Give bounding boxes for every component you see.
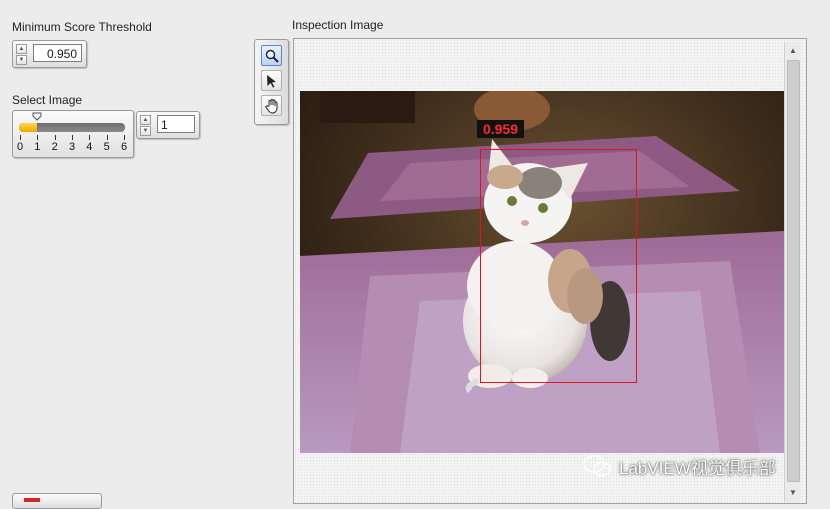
slider-tick-label: 1 (34, 141, 41, 153)
select-image-slider[interactable]: 0123456 (12, 110, 134, 158)
detection-score-label: 0.959 (477, 120, 524, 138)
wechat-icon (583, 455, 611, 477)
scroll-down-arrow-icon[interactable]: ▼ (785, 486, 801, 500)
pan-tool-button[interactable] (261, 95, 282, 116)
slider-tick-label: 0 (16, 141, 24, 153)
stop-indicator (24, 498, 40, 502)
slider-tick (37, 135, 39, 140)
slider-tick (54, 135, 56, 140)
slider-tick (72, 135, 73, 140)
slider-tick (20, 135, 21, 140)
increment-arrow-icon[interactable]: ▲ (140, 115, 151, 125)
slider-tick (89, 135, 91, 140)
pointer-tool-button[interactable] (261, 70, 282, 91)
vertical-scrollbar[interactable]: ▲ ▼ (784, 42, 801, 502)
slider-fill (19, 123, 38, 132)
select-image-input[interactable]: 1 (157, 115, 195, 133)
slider-tick-label: 6 (120, 141, 128, 153)
slider-tick-label: 2 (51, 141, 58, 153)
select-image-label: Select Image (12, 93, 83, 107)
watermark-text: LabVIEW视觉俱乐部 (619, 458, 776, 478)
zoom-tool-button[interactable] (261, 45, 282, 66)
slider-tick-label: 3 (68, 141, 76, 153)
select-image-control[interactable]: ▲ ▼ 1 (136, 111, 200, 139)
slider-tick-label: 4 (86, 141, 93, 153)
slider-track[interactable] (19, 123, 125, 132)
slider-tick (106, 135, 108, 140)
min-score-spinner[interactable]: ▲ ▼ (16, 44, 27, 65)
pointer-icon (267, 75, 276, 88)
min-score-control[interactable]: ▲ ▼ 0.950 (12, 40, 87, 68)
detection-bounding-box (480, 149, 637, 383)
decrement-arrow-icon[interactable]: ▼ (140, 126, 151, 136)
slider-tick (124, 135, 125, 140)
increment-arrow-icon[interactable]: ▲ (16, 44, 27, 54)
slider-tick-label: 5 (103, 141, 110, 153)
pan-hand-icon (265, 99, 278, 114)
watermark: LabVIEW视觉俱乐部 (583, 453, 776, 479)
min-score-input[interactable]: 0.950 (33, 44, 82, 62)
image-tool-palette (254, 39, 289, 125)
scroll-up-arrow-icon[interactable]: ▲ (785, 44, 801, 58)
min-score-label: Minimum Score Threshold (12, 20, 152, 34)
decrement-arrow-icon[interactable]: ▼ (16, 55, 27, 65)
inspection-image-label: Inspection Image (292, 18, 384, 32)
zoom-icon (265, 49, 279, 63)
slider-thumb[interactable] (32, 112, 42, 121)
scroll-thumb[interactable] (787, 60, 800, 482)
stop-button[interactable] (12, 493, 102, 509)
select-image-spinner[interactable]: ▲ ▼ (140, 115, 151, 136)
